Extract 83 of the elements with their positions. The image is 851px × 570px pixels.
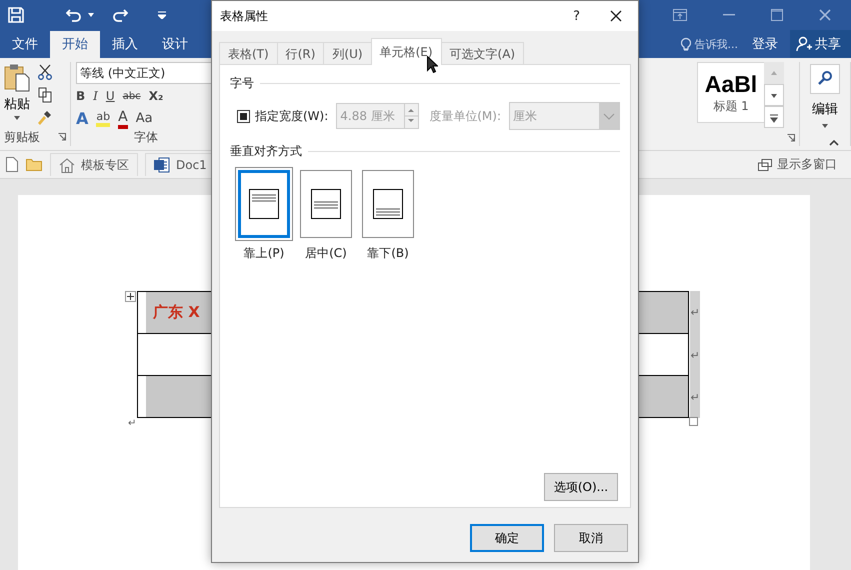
font-format-button[interactable]: U xyxy=(106,89,115,104)
alignment-icon xyxy=(311,189,341,219)
font-effect-button[interactable]: Aa xyxy=(136,111,153,126)
font-effect-button[interactable]: A xyxy=(76,109,88,128)
caret-icon[interactable] xyxy=(88,13,94,17)
clipboard-icon xyxy=(4,64,30,92)
ribbon-tab[interactable]: 设计 xyxy=(150,31,200,58)
minimize-icon[interactable] xyxy=(723,14,735,16)
caret-icon xyxy=(822,124,828,128)
tell-me-field[interactable]: 告诉我... xyxy=(694,36,738,52)
alignment-label: 居中(C) xyxy=(305,245,347,262)
sign-in-link[interactable]: 登录 xyxy=(752,35,778,53)
alignment-icon xyxy=(249,189,279,219)
scroll-down-icon[interactable] xyxy=(764,84,784,106)
scissors-icon[interactable] xyxy=(38,64,52,80)
style-sample: AaBl xyxy=(704,70,758,98)
dialog-launcher-icon[interactable] xyxy=(58,133,66,141)
close-icon[interactable] xyxy=(610,10,622,22)
alignment-label: 靠上(P) xyxy=(244,245,284,262)
section-heading: 垂直对齐方式 xyxy=(230,143,302,160)
checkbox[interactable] xyxy=(237,110,250,122)
dialog-tab[interactable]: 可选文字(A) xyxy=(440,42,524,65)
paste-button[interactable]: 粘贴 xyxy=(4,62,30,128)
word-document-icon xyxy=(154,157,170,173)
alignment-option[interactable] xyxy=(300,170,352,238)
dialog-title: 表格属性 xyxy=(220,8,268,24)
gallery-more-icon[interactable] xyxy=(764,106,784,128)
alignment-option[interactable] xyxy=(238,170,290,238)
redo-icon[interactable] xyxy=(112,8,128,22)
collapse-ribbon-icon[interactable] xyxy=(829,140,839,146)
chevron-down-icon xyxy=(598,103,619,129)
caret-icon xyxy=(14,116,20,120)
search-icon xyxy=(810,64,840,94)
row-end-mark: ↵ xyxy=(690,376,700,418)
share-button[interactable]: 共享 xyxy=(790,30,851,58)
row-end-mark: ↵ xyxy=(690,334,700,376)
dialog-launcher-icon[interactable] xyxy=(787,134,795,142)
new-document-icon[interactable] xyxy=(6,157,18,172)
font-format-button[interactable]: B xyxy=(76,89,86,104)
style-gallery-item[interactable]: AaBl 标题 1 xyxy=(697,62,764,123)
copy-icon[interactable] xyxy=(38,87,52,103)
windows-icon xyxy=(758,158,772,170)
style-name: 标题 1 xyxy=(713,98,749,114)
lightbulb-icon xyxy=(680,37,690,51)
section-heading: 字号 xyxy=(230,75,254,92)
house-icon xyxy=(59,158,75,172)
cell-text: 广东 X xyxy=(153,303,200,322)
ribbon-display-icon[interactable] xyxy=(673,9,687,21)
ribbon-tab[interactable]: 开始 xyxy=(50,31,100,58)
group-label: 字体 xyxy=(134,129,158,146)
table-move-handle-icon[interactable] xyxy=(125,291,136,302)
font-format-button[interactable]: abc xyxy=(122,90,141,102)
cancel-button[interactable]: 取消 xyxy=(554,524,628,552)
alignment-label: 靠下(B) xyxy=(367,245,409,262)
editing-button[interactable]: 编辑 xyxy=(808,62,842,130)
font-effect-button[interactable]: ab xyxy=(96,110,110,128)
row-end-mark: ↵ xyxy=(690,291,700,334)
font-format-button[interactable]: X₂ xyxy=(148,89,164,104)
font-effect-button[interactable]: A xyxy=(118,108,128,129)
format-painter-icon[interactable] xyxy=(38,110,52,126)
table-resize-handle[interactable] xyxy=(689,417,698,426)
unit-label: 度量单位(M): xyxy=(429,108,501,124)
maximize-icon[interactable] xyxy=(771,9,783,21)
save-icon[interactable] xyxy=(8,7,24,23)
undo-icon[interactable] xyxy=(66,8,82,22)
ribbon-tab[interactable]: 插入 xyxy=(100,31,150,58)
group-label: 剪贴板 xyxy=(4,128,40,146)
multi-window-button[interactable]: 显示多窗口 xyxy=(758,156,837,173)
alignment-icon xyxy=(373,189,403,219)
specify-width-checkbox[interactable]: 指定宽度(W): xyxy=(237,108,328,124)
customize-icon[interactable] xyxy=(158,11,166,19)
font-format-button[interactable]: I xyxy=(93,89,98,104)
options-button[interactable]: 选项(O)... xyxy=(544,473,618,501)
ok-button[interactable]: 确定 xyxy=(470,524,544,552)
dialog-tab[interactable]: 单元格(E) xyxy=(370,38,442,65)
document-tab[interactable]: 模板专区 xyxy=(50,153,138,176)
help-button[interactable]: ? xyxy=(573,8,580,24)
ribbon-tab[interactable]: 文件 xyxy=(0,31,50,58)
person-add-icon xyxy=(796,36,812,52)
dialog-tab[interactable]: 表格(T) xyxy=(219,42,278,65)
mouse-cursor-icon xyxy=(427,56,438,73)
paragraph-mark: ↵ xyxy=(128,418,136,429)
alignment-option[interactable] xyxy=(362,170,414,238)
